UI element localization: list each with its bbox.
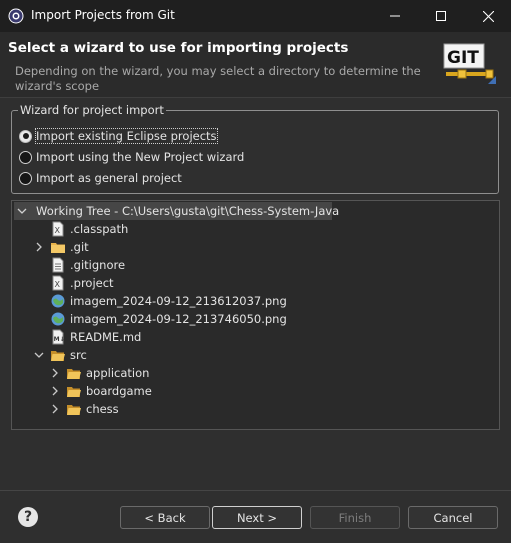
git-wizard-icon: GIT: [443, 43, 496, 84]
page-description: Depending on the wizard, you may select …: [15, 64, 421, 93]
tree-item-src[interactable]: src: [33, 346, 87, 364]
folder-icon: [51, 243, 65, 253]
svg-text:M↓: M↓: [54, 336, 65, 343]
xml-file-icon: X: [52, 275, 64, 291]
open-folder-icon: [67, 387, 81, 397]
option-new-project-wizard-label: Import using the New Project wizard: [36, 150, 245, 164]
xml-file-icon: X: [52, 221, 64, 237]
tree-root-label: Working Tree - C:\Users\gusta\git\Chess-…: [36, 204, 340, 218]
finish-button[interactable]: Finish: [310, 506, 400, 529]
radio-unchecked-icon[interactable]: [19, 150, 32, 164]
tree-item-label: src: [70, 348, 87, 362]
tree-item-label: imagem_2024-09-12_213746050.png: [70, 312, 287, 326]
open-folder-icon: [51, 351, 65, 361]
tree-item-label: .gitignore: [70, 258, 126, 272]
option-new-project-wizard[interactable]: Import using the New Project wizard: [19, 148, 244, 166]
close-button[interactable]: [465, 0, 511, 32]
back-button[interactable]: < Back: [120, 506, 210, 529]
project-tree[interactable]: Working Tree - C:\Users\gusta\git\Chess-…: [11, 200, 500, 430]
chevron-right-icon[interactable]: [33, 241, 45, 253]
tree-item-label: .git: [70, 240, 89, 254]
tree-item-image-2[interactable]: imagem_2024-09-12_213746050.png: [50, 310, 287, 328]
svg-text:X: X: [55, 226, 61, 235]
tree-item-label: boardgame: [86, 384, 152, 398]
tree-item-gitignore[interactable]: .gitignore: [50, 256, 125, 274]
tree-item-label: chess: [86, 402, 119, 416]
text-file-icon: [52, 257, 64, 273]
minimize-button[interactable]: [372, 0, 418, 32]
tree-item-classpath[interactable]: X .classpath: [50, 220, 128, 238]
git-logo-text: GIT: [447, 48, 479, 68]
image-file-icon: [51, 312, 65, 326]
tree-item-label: application: [86, 366, 150, 380]
wizard-group-legend: Wizard for project import: [18, 103, 166, 117]
tree-item-label: imagem_2024-09-12_213612037.png: [70, 294, 287, 308]
radio-unchecked-icon[interactable]: [19, 171, 32, 185]
close-icon: [482, 10, 494, 22]
help-icon[interactable]: ?: [18, 507, 38, 527]
tree-item-label: .project: [70, 276, 114, 290]
tree-item-readme[interactable]: M↓ README.md: [50, 328, 141, 346]
maximize-button[interactable]: [418, 0, 464, 32]
page-title: Select a wizard to use for importing pro…: [8, 40, 349, 56]
chevron-down-icon[interactable]: [33, 349, 45, 361]
chevron-right-icon[interactable]: [49, 403, 61, 415]
markdown-file-icon: M↓: [52, 329, 65, 345]
tree-item-image-1[interactable]: imagem_2024-09-12_213612037.png: [50, 292, 287, 310]
tree-root-working-tree[interactable]: Working Tree - C:\Users\gusta\git\Chess-…: [14, 202, 339, 220]
open-folder-icon: [67, 405, 81, 415]
tree-item-project[interactable]: X .project: [50, 274, 114, 292]
tree-item-application[interactable]: application: [49, 364, 149, 382]
dialog-footer: ? < Back Next > Finish Cancel: [0, 490, 511, 543]
maximize-icon: [436, 11, 446, 21]
tree-item-boardgame[interactable]: boardgame: [49, 382, 152, 400]
option-import-existing[interactable]: Import existing Eclipse projects: [19, 127, 218, 145]
tree-item-label: README.md: [70, 330, 142, 344]
cancel-button[interactable]: Cancel: [408, 506, 498, 529]
option-import-existing-label: Import existing Eclipse projects: [35, 128, 218, 144]
tree-item-label: .classpath: [70, 222, 129, 236]
option-general-project-label: Import as general project: [36, 171, 182, 185]
open-folder-icon: [67, 369, 81, 379]
radio-checked-icon[interactable]: [19, 129, 32, 143]
tree-item-git[interactable]: .git: [33, 238, 89, 256]
tree-item-chess[interactable]: chess: [49, 400, 119, 418]
chevron-down-icon[interactable]: [17, 205, 27, 217]
next-button[interactable]: Next >: [212, 506, 302, 529]
chevron-right-icon[interactable]: [49, 367, 61, 379]
window-title: Import Projects from Git: [31, 8, 175, 22]
wizard-header: Select a wizard to use for importing pro…: [0, 32, 511, 98]
option-general-project[interactable]: Import as general project: [19, 169, 182, 187]
wizard-group: Wizard for project import Import existin…: [11, 103, 499, 194]
title-bar: Import Projects from Git: [0, 0, 511, 32]
image-file-icon: [51, 294, 65, 308]
svg-text:X: X: [55, 280, 61, 289]
minimize-icon: [390, 15, 400, 17]
chevron-right-icon[interactable]: [49, 385, 61, 397]
eclipse-icon: [8, 8, 24, 24]
